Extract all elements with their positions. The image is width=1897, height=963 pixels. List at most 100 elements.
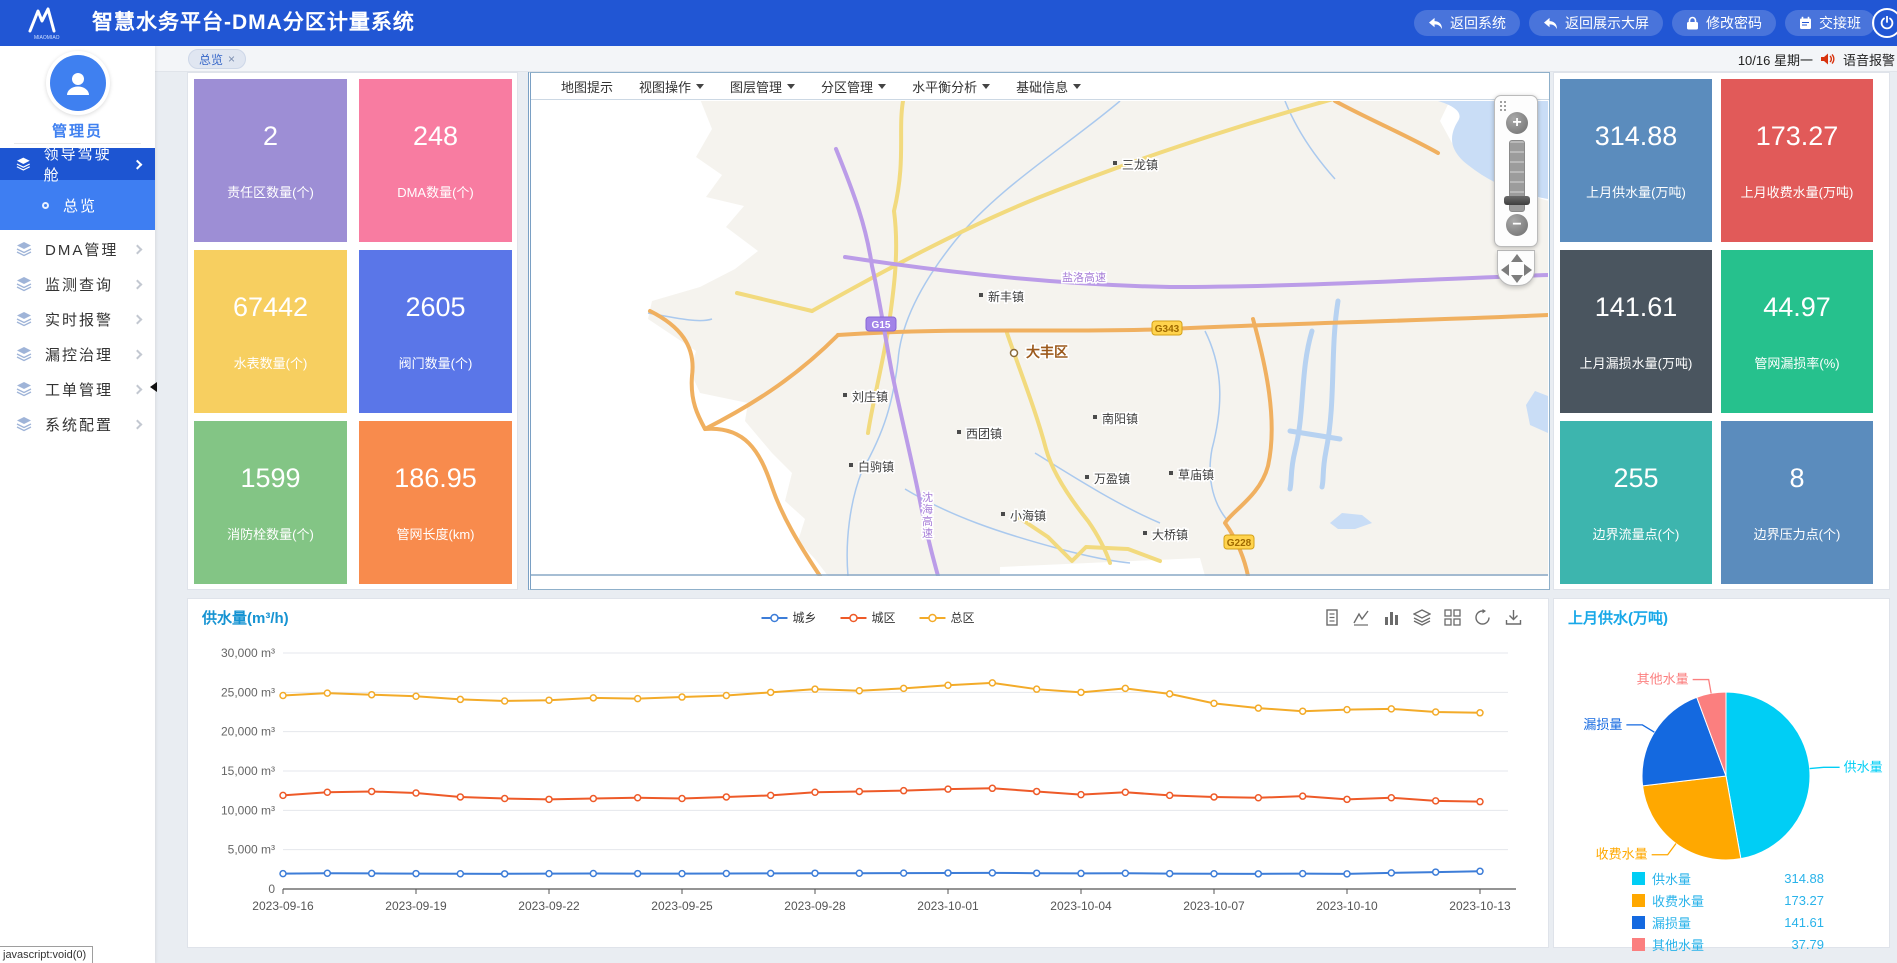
pie-legend-item-供水量[interactable]: 供水量314.88 xyxy=(1632,867,1824,889)
pie-slice-供水量[interactable] xyxy=(1726,692,1810,859)
power-icon xyxy=(1880,16,1894,30)
data-point xyxy=(1078,689,1084,695)
pie-legend-item-漏损量[interactable]: 漏损量141.61 xyxy=(1632,911,1824,933)
line-chart-title: 供水量(m³/h) xyxy=(202,607,289,628)
pie-legend-item-收费水量[interactable]: 收费水量173.27 xyxy=(1632,889,1824,911)
chevron-right-icon xyxy=(133,159,143,169)
pan-down-icon[interactable] xyxy=(1511,275,1523,283)
lock-icon xyxy=(1686,16,1699,30)
x-axis-label: 2023-10-01 xyxy=(917,899,979,913)
data-point xyxy=(369,788,375,794)
data-point xyxy=(590,796,596,802)
x-axis-label: 2023-09-25 xyxy=(651,899,713,913)
data-point xyxy=(768,870,774,876)
data-point xyxy=(901,788,907,794)
map-tool-water-balance[interactable]: 水平衡分析 xyxy=(912,77,990,96)
tab-close-icon[interactable]: × xyxy=(228,52,235,66)
x-axis-label: 2023-09-22 xyxy=(518,899,580,913)
toolbox-data-view-icon[interactable] xyxy=(1324,609,1340,626)
pie-slice-收费水量[interactable] xyxy=(1643,776,1741,860)
toolbox-download-icon[interactable] xyxy=(1505,609,1522,626)
shift-handover-button[interactable]: 交接班 xyxy=(1785,10,1875,36)
back-arrow-icon xyxy=(1428,17,1443,30)
toolbox-bar-chart-icon[interactable] xyxy=(1383,609,1400,626)
sidebar-item-system-config[interactable]: 系统配置 xyxy=(0,408,155,440)
legend-item-城区[interactable]: 城区 xyxy=(840,609,895,626)
data-point xyxy=(1078,870,1084,876)
data-point xyxy=(1211,700,1217,706)
sidebar-item-realtime-alarm[interactable]: 实时报警 xyxy=(0,303,155,335)
data-point xyxy=(546,871,552,877)
data-point xyxy=(1078,792,1084,798)
y-axis-label: 5,000 m³ xyxy=(228,843,275,857)
data-point xyxy=(1300,793,1306,799)
pie-legend-item-其他水量[interactable]: 其他水量37.79 xyxy=(1632,933,1824,955)
data-point xyxy=(413,693,419,699)
drag-dots-icon[interactable] xyxy=(1499,100,1507,112)
role-name: 管理员 xyxy=(0,120,155,141)
logout-power-button[interactable] xyxy=(1872,8,1897,38)
x-axis-label: 2023-09-16 xyxy=(252,899,314,913)
legend-item-城乡[interactable]: 城乡 xyxy=(761,609,816,626)
toolbox-tiled-icon[interactable] xyxy=(1444,609,1461,626)
tab-overview[interactable]: 总览 × xyxy=(188,49,246,69)
data-point xyxy=(369,870,375,876)
change-password-button[interactable]: 修改密码 xyxy=(1672,10,1776,36)
chevron-down-icon xyxy=(787,84,795,89)
sidebar-collapse-icon[interactable] xyxy=(150,382,157,392)
sidebar-item-cockpit[interactable]: 领导驾驶舱 xyxy=(0,148,155,180)
stat-card-meters: 67442水表数量(个) xyxy=(194,250,347,413)
x-axis-label: 2023-10-07 xyxy=(1183,899,1245,913)
sidebar-item-monitoring[interactable]: 监测查询 xyxy=(0,268,155,300)
pie-chart-legend: 供水量314.88收费水量173.27漏损量141.61其他水量37.79 xyxy=(1632,867,1824,955)
toolbox-restore-icon[interactable] xyxy=(1474,609,1492,626)
right-stats-panel: 314.88上月供水量(万吨) 173.27上月收费水量(万吨) 141.61上… xyxy=(1553,72,1890,590)
back-arrow-icon xyxy=(1543,17,1558,30)
map-tool-zoning[interactable]: 分区管理 xyxy=(821,77,886,96)
back-to-system-button[interactable]: 返回系统 xyxy=(1414,10,1520,36)
pan-up-icon[interactable] xyxy=(1511,254,1523,262)
y-axis-label: 20,000 m³ xyxy=(221,725,275,739)
voice-alert-label[interactable]: 语音报警 xyxy=(1843,50,1895,69)
pan-left-icon[interactable] xyxy=(1501,264,1509,276)
map-canvas[interactable]: 盐洛高速沈海高速三龙镇新丰镇刘庄镇西团镇南阳镇白驹镇小海镇万盈镇草庙镇大桥镇大丰… xyxy=(531,101,1548,576)
map-tool-tips[interactable]: 地图提示 xyxy=(561,77,613,96)
pan-right-icon[interactable] xyxy=(1524,264,1532,276)
pie-callout-label: 供水量 xyxy=(1844,759,1883,774)
toolbox-stack-icon[interactable] xyxy=(1413,609,1431,626)
zoom-in-button[interactable]: + xyxy=(1506,112,1528,134)
data-point xyxy=(945,682,951,688)
data-point xyxy=(1344,796,1350,802)
topbar-buttons: 返回系统 返回展示大屏 修改密码 交接班 xyxy=(1414,10,1875,36)
zoom-slider-handle[interactable] xyxy=(1504,196,1530,205)
data-point xyxy=(1388,706,1394,712)
legend-label: 漏损量 xyxy=(1652,913,1691,932)
data-point xyxy=(768,689,774,695)
data-point xyxy=(1034,788,1040,794)
map-zoom-control: + − xyxy=(1494,95,1538,247)
user-icon xyxy=(62,67,94,99)
chevron-down-icon xyxy=(696,84,704,89)
highway-label: 沈海高速 xyxy=(922,490,933,540)
sidebar: 管理员 领导驾驶舱 总览 DMA管理 监测查询 实时报警 xyxy=(0,46,155,963)
sidebar-item-leak-control[interactable]: 漏控治理 xyxy=(0,338,155,370)
chart-toolbox xyxy=(1324,609,1522,626)
sidebar-item-work-orders[interactable]: 工单管理 xyxy=(0,373,155,405)
sidebar-item-dma[interactable]: DMA管理 xyxy=(0,233,155,265)
back-to-bigscreen-button[interactable]: 返回展示大屏 xyxy=(1529,10,1663,36)
map-tool-layers[interactable]: 图层管理 xyxy=(730,77,795,96)
page-title: 智慧水务平台-DMA分区计量系统 xyxy=(92,0,415,46)
y-axis-label: 25,000 m³ xyxy=(221,685,275,699)
zoom-out-button[interactable]: − xyxy=(1506,214,1528,236)
data-point xyxy=(546,796,552,802)
legend-value: 173.27 xyxy=(1784,893,1824,908)
map-tool-basic-info[interactable]: 基础信息 xyxy=(1016,77,1081,96)
line-chart-legend: 城乡 城区 总区 xyxy=(761,609,974,626)
data-point xyxy=(989,785,995,791)
data-point xyxy=(679,796,685,802)
toolbox-line-chart-icon[interactable] xyxy=(1353,609,1370,626)
sidebar-subitem-overview[interactable]: 总览 xyxy=(0,180,155,230)
data-point xyxy=(1255,705,1261,711)
legend-item-总区[interactable]: 总区 xyxy=(920,609,975,626)
map-tool-view-ops[interactable]: 视图操作 xyxy=(639,77,704,96)
